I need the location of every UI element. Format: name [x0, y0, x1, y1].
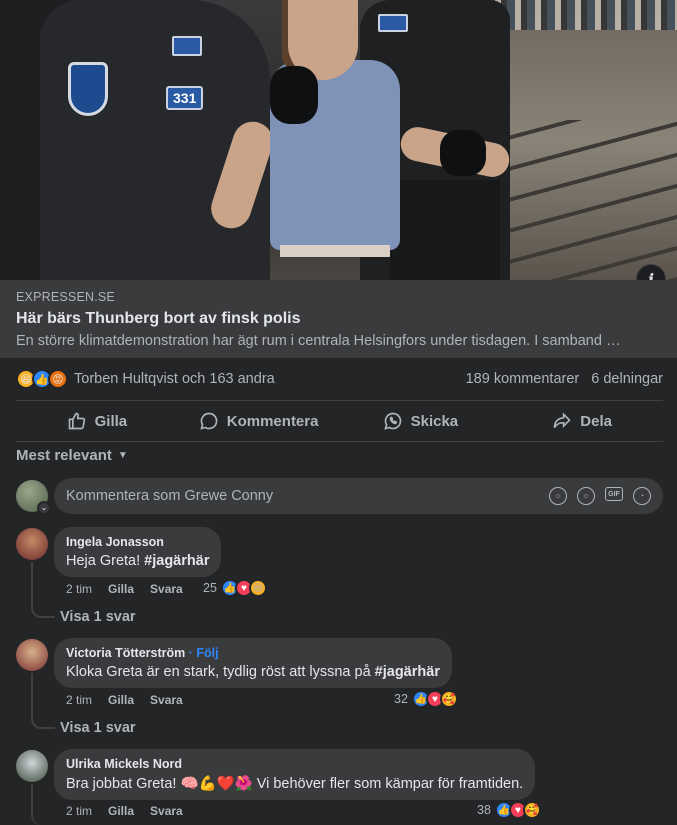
divider	[16, 441, 663, 442]
photo-police-officer-right-leg	[390, 180, 500, 280]
comment-reaction-count: 32	[394, 692, 408, 706]
whatsapp-icon	[383, 412, 401, 430]
like-button-label: Gilla	[94, 412, 128, 430]
reply-thread-line	[31, 673, 55, 729]
comment-count[interactable]: 189 kommentarer	[466, 371, 580, 387]
comment-time[interactable]: 2 tim	[66, 582, 92, 596]
hashtag-link[interactable]: #jagärhär	[375, 664, 440, 680]
comment-reactions[interactable]: 25 👍 ♥ 😆	[203, 579, 267, 597]
comment-button[interactable]: Kommentera	[178, 402, 340, 440]
comment-reply-button[interactable]: Svara	[150, 693, 183, 707]
reply-thread-line	[31, 562, 55, 618]
photo-glove-left	[270, 66, 318, 124]
comment-reactions[interactable]: 38 👍 ♥ 🥰	[477, 801, 541, 819]
link-description: En större klimatdemonstration har ägt ru…	[16, 333, 621, 349]
photo-belt	[280, 245, 390, 257]
emoji-icon[interactable]: ☺	[577, 487, 595, 505]
haha-reaction-icon: 😆	[248, 579, 267, 597]
share-arrow-icon	[553, 412, 571, 429]
reactor-names[interactable]: Torben Hultqvist och 163 andra	[74, 371, 275, 387]
comment-like-button[interactable]: Gilla	[108, 804, 134, 818]
hashtag-link[interactable]: #jagärhär	[144, 553, 209, 569]
send-button-label: Skicka	[410, 412, 459, 430]
chevron-down-icon[interactable]: ⌄	[37, 501, 51, 515]
comment-reaction-count: 38	[477, 803, 491, 817]
share-button[interactable]: Dela	[501, 402, 663, 440]
comment-text: Bra jobbat Greta! 🧠💪❤️🌺 Vi behöver fler …	[66, 776, 524, 792]
commenter-avatar[interactable]	[16, 528, 48, 560]
photo-badge-number: 331	[166, 86, 204, 110]
comment-button-label: Kommentera	[226, 412, 319, 430]
follow-link[interactable]: · Följ	[189, 646, 219, 660]
comment-time[interactable]: 2 tim	[66, 804, 92, 818]
comment-text: Kloka Greta är en stark, tydlig röst att…	[66, 664, 440, 680]
comment-author[interactable]: Victoria Tötterström	[66, 646, 185, 660]
comment-composer[interactable]: ☺ ☺ GIF ◔	[54, 478, 663, 514]
angry-reaction-icon: 😡	[48, 369, 68, 389]
view-replies-link[interactable]: Visa 1 svar	[60, 720, 136, 736]
reply-thread-line	[31, 784, 55, 825]
comment-bubble: Ulrika Mickels Nord Bra jobbat Greta! 🧠💪…	[54, 749, 536, 800]
comment-reactions[interactable]: 32 👍 ♥ 🥰	[394, 690, 458, 708]
view-replies-link[interactable]: Visa 1 svar	[60, 609, 136, 625]
speech-bubble-icon	[200, 412, 218, 430]
gif-icon[interactable]: GIF	[605, 487, 623, 501]
photo-police-chest-badge	[172, 36, 202, 56]
divider	[16, 400, 663, 401]
comment-text: Heja Greta! #jagärhär	[66, 553, 210, 569]
share-count[interactable]: 6 delningar	[591, 371, 663, 387]
link-title[interactable]: Här bärs Thunberg bort av finsk polis	[16, 310, 661, 328]
comment-like-button[interactable]: Gilla	[108, 582, 134, 596]
commenter-avatar[interactable]	[16, 750, 48, 782]
comment-reaction-count: 25	[203, 581, 217, 595]
comment-sort-dropdown[interactable]: Mest relevant ▼	[16, 447, 128, 464]
photo-police-shield-badge	[68, 62, 108, 116]
comment-meta: 2 tim Gilla Svara	[66, 582, 183, 596]
comment-author[interactable]: Ingela Jonasson	[66, 535, 209, 549]
sticker-icon[interactable]: ◔	[633, 487, 651, 505]
comment-meta: 2 tim Gilla Svara	[66, 804, 183, 818]
link-domain: EXPRESSEN.SE	[16, 290, 115, 304]
comment-sort-label: Mest relevant	[16, 447, 112, 464]
reaction-summary: 😆 👍 😡 Torben Hultqvist och 163 andra 189…	[16, 366, 663, 392]
reaction-icons[interactable]: 😆 👍 😡	[16, 369, 68, 389]
commenter-avatar[interactable]	[16, 639, 48, 671]
post-photo[interactable]: 331	[0, 0, 677, 280]
post-actions: Gilla Kommentera Skicka Dela	[16, 402, 663, 440]
comment-bubble: Victoria Tötterström · Följ Kloka Greta …	[54, 638, 452, 688]
comment-meta: 2 tim Gilla Svara	[66, 693, 183, 707]
care-reaction-icon: 🥰	[439, 690, 458, 708]
current-user-avatar[interactable]: ⌄	[16, 480, 51, 515]
comment-reply-button[interactable]: Svara	[150, 804, 183, 818]
thumbs-up-icon	[68, 412, 85, 430]
comment-input[interactable]	[66, 488, 549, 504]
link-preview[interactable]: EXPRESSEN.SE Här bärs Thunberg bort av f…	[0, 280, 677, 358]
care-reaction-icon: 🥰	[522, 801, 541, 819]
comment-like-button[interactable]: Gilla	[108, 693, 134, 707]
photo-glove-right	[440, 130, 486, 176]
send-button[interactable]: Skicka	[340, 402, 502, 440]
comment-author-line: Victoria Tötterström · Följ	[66, 646, 440, 660]
share-button-label: Dela	[580, 412, 612, 430]
comment-reply-button[interactable]: Svara	[150, 582, 183, 596]
photo-police-chest-badge-right	[378, 14, 408, 32]
like-button[interactable]: Gilla	[16, 402, 178, 440]
avatar-sticker-icon[interactable]: ☺	[549, 487, 567, 505]
comment-author[interactable]: Ulrika Mickels Nord	[66, 757, 523, 771]
comment-bubble: Ingela Jonasson Heja Greta! #jagärhär	[54, 527, 222, 577]
caret-down-icon: ▼	[117, 450, 128, 461]
photo-crowd	[487, 0, 677, 30]
comment-time[interactable]: 2 tim	[66, 693, 92, 707]
